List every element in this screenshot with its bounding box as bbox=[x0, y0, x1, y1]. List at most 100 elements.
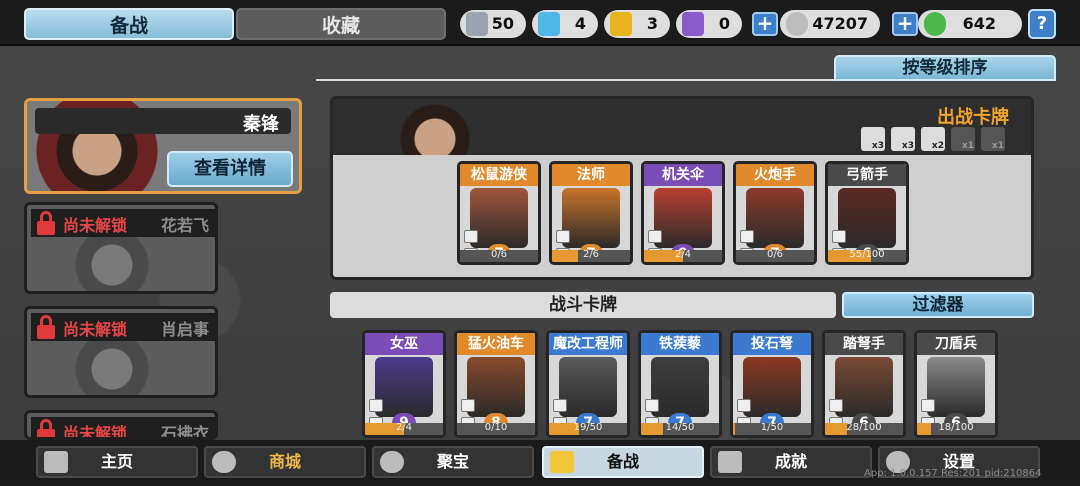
deck-header: 出战卡牌 x3 x3 x2 x1 x1 bbox=[333, 99, 1031, 155]
progress-text: 19/50 bbox=[573, 422, 603, 433]
lock-icon bbox=[37, 315, 55, 339]
card-name: 猛火油车 bbox=[457, 333, 535, 355]
nav-achievements[interactable]: 成就 bbox=[710, 446, 872, 478]
upgrade-progress: 28/100 bbox=[825, 422, 903, 435]
add-gems-button[interactable]: + bbox=[892, 12, 918, 36]
unit-card[interactable]: 铁蒺藜714/50 bbox=[638, 330, 722, 438]
progress-text: 28/100 bbox=[846, 422, 882, 433]
unit-type-icon bbox=[645, 399, 659, 412]
hero-namebar: 秦锋 bbox=[35, 108, 291, 135]
resource-crystal: 4 bbox=[532, 10, 598, 38]
nav-home[interactable]: 主页 bbox=[36, 446, 198, 478]
card-name: 魔改工程师 bbox=[549, 333, 627, 355]
hero-portrait bbox=[365, 99, 505, 155]
unit-card[interactable]: 魔改工程师719/50 bbox=[546, 330, 630, 438]
unit-card[interactable]: 踏弩手628/100 bbox=[822, 330, 906, 438]
tab-collection[interactable]: 收藏 bbox=[236, 8, 446, 40]
unit-card[interactable]: 火炮手70/6 bbox=[733, 161, 817, 265]
progress-text: 0/6 bbox=[766, 249, 784, 260]
unit-portrait bbox=[838, 188, 896, 248]
upgrade-progress: 14/50 bbox=[641, 422, 719, 435]
coins-counter: 47207 bbox=[780, 10, 880, 38]
battle-cards-header: 战斗卡牌 bbox=[330, 292, 836, 318]
card-name: 铁蒺藜 bbox=[641, 333, 719, 355]
sort-by-level-button[interactable]: 按等级排序 bbox=[834, 55, 1056, 81]
unit-portrait bbox=[470, 188, 528, 248]
gold-shield-icon bbox=[610, 12, 632, 36]
unit-card[interactable]: 投石弩71/50 bbox=[730, 330, 814, 438]
nav-label: 聚宝 bbox=[436, 452, 469, 471]
deck-panel: 出战卡牌 x3x3x2x1x1 松鼠游侠70/6法师72/6机关伞92/4火炮手… bbox=[330, 96, 1034, 280]
progress-text: 55/100 bbox=[849, 249, 885, 260]
hero-name: 花若飞 bbox=[160, 216, 209, 235]
filter-button[interactable]: 过滤器 bbox=[842, 292, 1034, 318]
tab-prepare[interactable]: 备战 bbox=[24, 8, 234, 40]
resource-value: 4 bbox=[574, 14, 586, 33]
unit-card[interactable]: 弓箭手655/100 bbox=[825, 161, 909, 265]
unit-type-icon bbox=[464, 230, 478, 243]
hero-card-locked[interactable]: 尚未解锁 肖启事 bbox=[24, 306, 218, 398]
view-details-button[interactable]: 查看详情 bbox=[167, 151, 293, 187]
lock-bar: 尚未解锁 肖启事 bbox=[31, 313, 215, 341]
quota-label: x3 bbox=[871, 141, 884, 151]
unit-portrait bbox=[746, 188, 804, 248]
upgrade-progress: 2/4 bbox=[365, 422, 443, 435]
progress-text: 0/10 bbox=[484, 422, 508, 433]
card-name: 刀盾兵 bbox=[917, 333, 995, 355]
nav-label: 备战 bbox=[606, 452, 639, 471]
unit-type-icon bbox=[556, 230, 570, 243]
quota-label: x2 bbox=[931, 141, 944, 151]
unit-card[interactable]: 猛火油车80/10 bbox=[454, 330, 538, 438]
resource-purple: 0 bbox=[676, 10, 742, 38]
unit-portrait bbox=[927, 357, 985, 417]
bottom-nav: 主页 商城 聚宝 备战 成就 设置 bbox=[0, 440, 1080, 486]
card-name: 法师 bbox=[552, 164, 630, 186]
unit-type-icon bbox=[829, 399, 843, 412]
nav-shop[interactable]: 商城 bbox=[204, 446, 366, 478]
resource-gold: 3 bbox=[604, 10, 670, 38]
blue-crystal-icon bbox=[538, 12, 560, 36]
unit-portrait bbox=[651, 357, 709, 417]
hero-name: 秦锋 bbox=[243, 114, 279, 135]
card-name: 投石弩 bbox=[733, 333, 811, 355]
unit-card[interactable]: 女巫92/4 bbox=[362, 330, 446, 438]
unit-portrait bbox=[562, 188, 620, 248]
card-quota-icon: x1 bbox=[951, 127, 975, 151]
add-coins-button[interactable]: + bbox=[752, 12, 778, 36]
card-name: 弓箭手 bbox=[828, 164, 906, 186]
unit-card[interactable]: 松鼠游侠70/6 bbox=[457, 161, 541, 265]
purple-shield-icon bbox=[682, 12, 704, 36]
hero-card-locked[interactable]: 尚未解锁 石拂衣 bbox=[24, 410, 218, 440]
unit-type-icon bbox=[740, 230, 754, 243]
unit-type-icon bbox=[832, 230, 846, 243]
progress-text: 0/6 bbox=[490, 249, 508, 260]
lock-label: 尚未解锁 bbox=[63, 424, 128, 440]
deck-title: 出战卡牌 bbox=[937, 107, 1009, 128]
unit-card[interactable]: 机关伞92/4 bbox=[641, 161, 725, 265]
lock-label: 尚未解锁 bbox=[63, 320, 128, 339]
unit-type-icon bbox=[648, 230, 662, 243]
hero-name: 肖启事 bbox=[160, 320, 209, 339]
unit-portrait bbox=[835, 357, 893, 417]
upgrade-progress: 18/100 bbox=[917, 422, 995, 435]
hero-card-locked[interactable]: 尚未解锁 花若飞 bbox=[24, 202, 218, 294]
hero-card-selected[interactable]: 秦锋 查看详情 bbox=[24, 98, 302, 194]
unit-card[interactable]: 法师72/6 bbox=[549, 161, 633, 265]
gems-counter: 642 bbox=[918, 10, 1022, 38]
version-text: App: 1.0.0.157 Res:201 pid:210864 bbox=[864, 468, 1042, 479]
unit-portrait bbox=[467, 357, 525, 417]
unit-type-icon bbox=[369, 399, 383, 412]
unit-card[interactable]: 刀盾兵618/100 bbox=[914, 330, 998, 438]
unit-portrait bbox=[375, 357, 433, 417]
upgrade-progress: 19/50 bbox=[549, 422, 627, 435]
resource-value: 0 bbox=[718, 14, 730, 33]
help-button[interactable]: ? bbox=[1028, 9, 1056, 39]
card-name: 女巫 bbox=[365, 333, 443, 355]
nav-treasure[interactable]: 聚宝 bbox=[372, 446, 534, 478]
coins-value: 47207 bbox=[812, 14, 868, 33]
progress-text: 14/50 bbox=[665, 422, 695, 433]
upgrade-progress: 2/4 bbox=[644, 249, 722, 262]
unit-portrait bbox=[654, 188, 712, 248]
nav-prepare[interactable]: 备战 bbox=[542, 446, 704, 478]
upgrade-progress: 0/6 bbox=[736, 249, 814, 262]
